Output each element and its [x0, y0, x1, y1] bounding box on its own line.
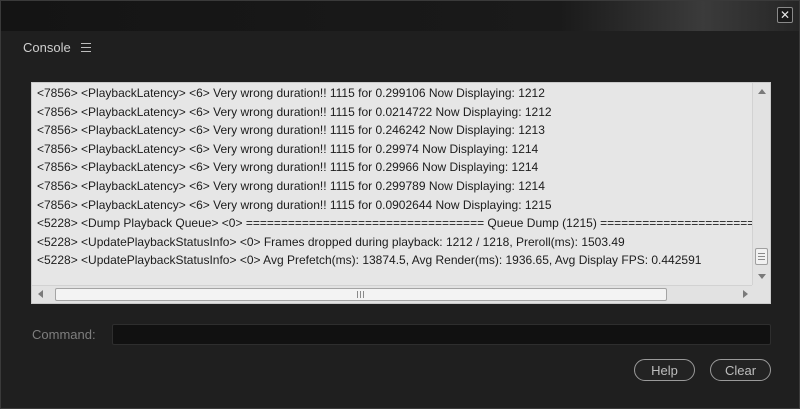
scroll-down-arrow-icon[interactable] — [758, 274, 766, 279]
title-bar[interactable]: ✕ — [1, 1, 799, 31]
command-input[interactable] — [112, 324, 771, 345]
scrollbar-corner — [752, 285, 770, 303]
panel-title: Console — [23, 39, 71, 55]
help-button[interactable]: Help — [634, 359, 695, 381]
close-icon: ✕ — [779, 8, 791, 22]
log-line: <5228> <UpdatePlaybackStatusInfo> <0> Av… — [37, 253, 702, 268]
log-line: <5228> <Dump Playback Queue> <0> =======… — [37, 216, 752, 231]
scroll-right-arrow-icon[interactable] — [743, 290, 748, 298]
log-line: <7856> <PlaybackLatency> <6> Very wrong … — [37, 197, 552, 212]
vertical-scrollbar[interactable] — [752, 83, 770, 285]
scroll-up-arrow-icon[interactable] — [758, 89, 766, 94]
log-line: <7856> <PlaybackLatency> <6> Very wrong … — [37, 141, 539, 156]
log-line: <7856> <PlaybackLatency> <6> Very wrong … — [37, 178, 545, 193]
log-area[interactable]: <7856> <PlaybackLatency> <6> Very wrong … — [32, 83, 752, 285]
scroll-left-arrow-icon[interactable] — [38, 290, 43, 298]
console-window: ✕ Console <7856> <PlaybackLatency> <6> V… — [0, 0, 800, 409]
log-line: <7856> <PlaybackLatency> <6> Very wrong … — [37, 86, 545, 100]
horizontal-scrollbar[interactable] — [32, 285, 754, 303]
hamburger-icon[interactable] — [80, 42, 91, 52]
close-button[interactable]: ✕ — [777, 7, 793, 23]
horizontal-scroll-thumb[interactable] — [55, 288, 667, 301]
panel-header: Console — [23, 38, 91, 56]
log-line: <7856> <PlaybackLatency> <6> Very wrong … — [37, 123, 545, 138]
log-line: <7856> <PlaybackLatency> <6> Very wrong … — [37, 160, 539, 175]
log-line: <7856> <PlaybackLatency> <6> Very wrong … — [37, 104, 552, 119]
log-line: <5228> <UpdatePlaybackStatusInfo> <0> Fr… — [37, 234, 625, 249]
clear-button[interactable]: Clear — [710, 359, 771, 381]
vertical-scroll-thumb[interactable] — [755, 248, 768, 265]
console-output: <7856> <PlaybackLatency> <6> Very wrong … — [31, 82, 771, 304]
command-label: Command: — [32, 327, 96, 342]
